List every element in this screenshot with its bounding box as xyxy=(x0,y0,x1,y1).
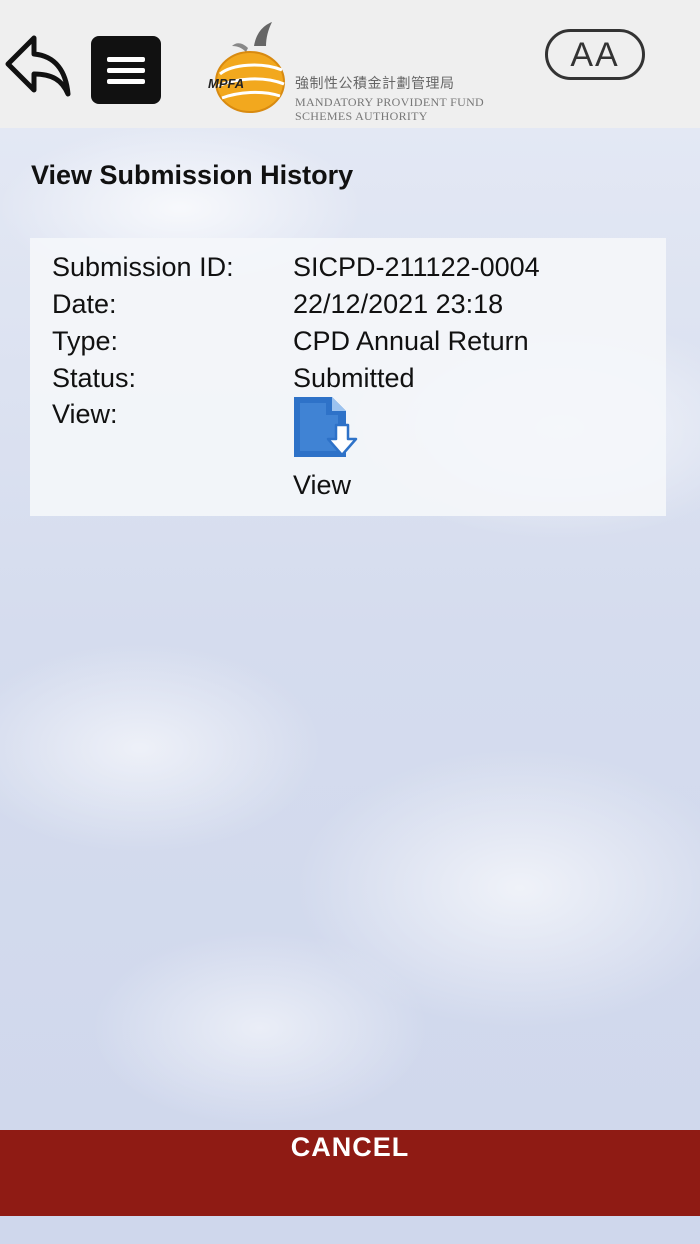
cancel-button[interactable]: CANCEL xyxy=(0,1130,700,1216)
page-title: View Submission History xyxy=(31,160,354,190)
type-label: Type: xyxy=(52,326,119,356)
status-value: Submitted xyxy=(293,363,415,393)
submission-id-label: Submission ID: xyxy=(52,252,234,282)
logo-english-line2: Schemes Authority xyxy=(295,109,428,123)
mpfa-logo-icon: MPFA xyxy=(208,22,285,113)
date-label: Date: xyxy=(52,289,117,319)
cancel-button-label: CANCEL xyxy=(290,1132,410,1162)
back-button[interactable] xyxy=(4,34,72,98)
font-size-button[interactable]: AA xyxy=(545,29,645,80)
submission-id-value: SICPD-211122-0004 xyxy=(293,252,540,282)
submission-card: Submission ID: SICPD-211122-0004 Date: 2… xyxy=(30,238,666,516)
logo-english-line1: Mandatory Provident Fund xyxy=(295,95,484,109)
document-download-icon[interactable] xyxy=(292,395,358,459)
logo-english-text: Mandatory Provident Fund Schemes Authori… xyxy=(295,95,484,123)
hamburger-menu-icon-bar xyxy=(107,57,145,62)
status-label: Status: xyxy=(52,363,137,393)
hamburger-menu-icon-bar xyxy=(107,79,145,84)
type-value: CPD Annual Return xyxy=(293,326,529,356)
menu-button[interactable] xyxy=(91,36,161,104)
date-value: 22/12/2021 23:18 xyxy=(293,289,504,319)
hamburger-menu-icon-bar xyxy=(107,68,145,73)
reply-arrow-icon xyxy=(5,35,71,97)
top-bar: MPFA 強制性公積金計劃管理局 Mandatory Provident Fun… xyxy=(0,0,700,128)
view-link[interactable]: View xyxy=(293,470,351,501)
view-label: View: xyxy=(52,399,118,429)
logo-chinese-text: 強制性公積金計劃管理局 xyxy=(295,76,455,92)
mpfa-logo: MPFA 強制性公積金計劃管理局 Mandatory Provident Fun… xyxy=(202,20,502,123)
svg-text:MPFA: MPFA xyxy=(208,76,244,91)
